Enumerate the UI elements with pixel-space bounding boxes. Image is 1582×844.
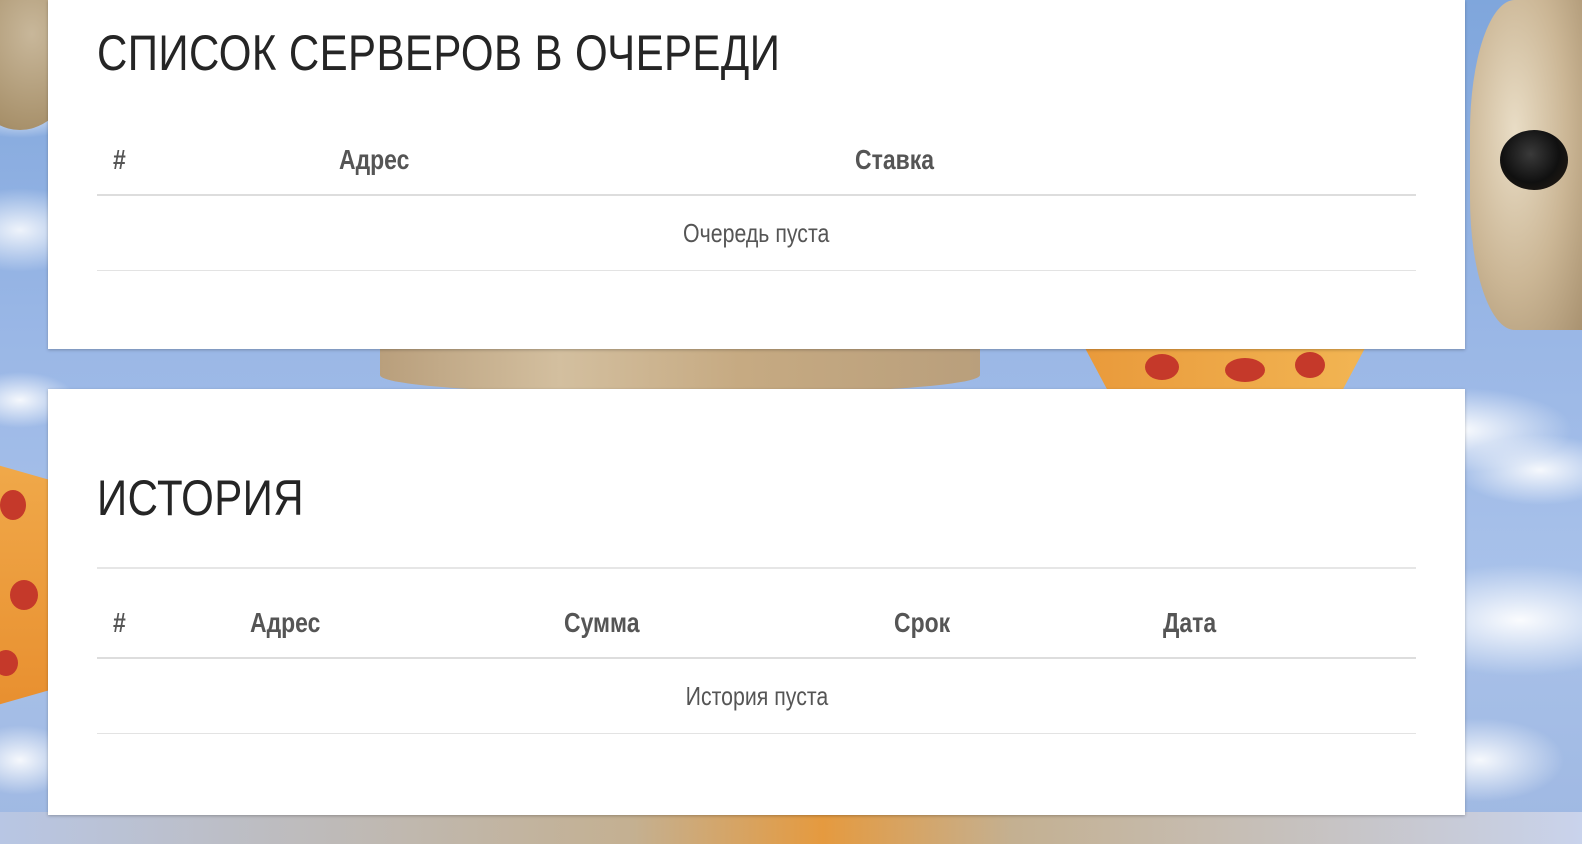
history-empty-message: История пуста — [97, 658, 1416, 734]
history-title: ИСТОРИЯ — [97, 470, 305, 526]
queue-empty-message: Очередь пуста — [97, 195, 1416, 271]
queue-title: СПИСОК СЕРВЕРОВ В ОЧЕРЕДИ — [97, 25, 781, 81]
history-col-term: Срок — [878, 589, 1147, 659]
background-cat-body — [380, 348, 980, 393]
history-col-sum: Сумма — [548, 589, 878, 659]
history-col-date: Дата — [1147, 589, 1416, 659]
background-cat-face — [1470, 0, 1582, 330]
background-pizza-slice — [1085, 348, 1365, 390]
history-col-number: # — [97, 589, 234, 659]
background-bottom — [0, 812, 1582, 844]
queue-col-bid: Ставка — [799, 126, 1416, 196]
queue-empty-row: Очередь пуста — [97, 195, 1416, 271]
queue-header-row: # Адрес Ставка — [97, 126, 1416, 196]
history-card: ИСТОРИЯ # Адрес Сумма Срок Дата История … — [48, 389, 1465, 815]
history-empty-row: История пуста — [97, 658, 1416, 734]
queue-table: # Адрес Ставка Очередь пуста — [97, 126, 1416, 271]
queue-card: СПИСОК СЕРВЕРОВ В ОЧЕРЕДИ # Адрес Ставка… — [48, 0, 1465, 349]
history-table: # Адрес Сумма Срок Дата История пуста — [97, 589, 1416, 734]
queue-col-address: Адрес — [299, 126, 799, 196]
history-col-address: Адрес — [234, 589, 548, 659]
history-header-row: # Адрес Сумма Срок Дата — [97, 589, 1416, 659]
background-pizza-slice-left — [0, 460, 50, 710]
queue-col-number: # — [97, 126, 299, 196]
history-divider — [97, 567, 1416, 569]
background-cat-eye — [1500, 130, 1568, 190]
